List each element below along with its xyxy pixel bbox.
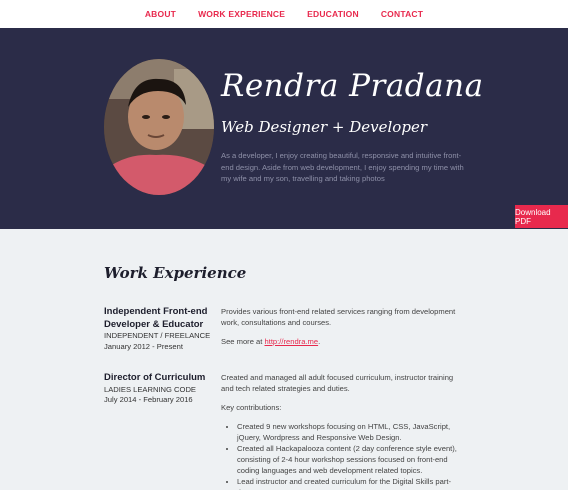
job-entry-1: Independent Front-end Developer & Educat… <box>104 306 214 352</box>
website-link[interactable]: http://rendra.me <box>264 337 318 346</box>
job-description-1: Provides various front-end related servi… <box>221 306 461 355</box>
list-item: Lead instructor and created curriculum f… <box>237 476 461 490</box>
list-item: Created 9 new workshops focusing on HTML… <box>237 421 461 443</box>
job-description-text: Provides various front-end related servi… <box>221 307 456 327</box>
job-entry-2: Director of Curriculum LADIES LEARNING C… <box>104 372 214 406</box>
nav-education[interactable]: EDUCATION <box>307 9 359 19</box>
list-item: Created all Hackapalooza content (2 day … <box>237 443 461 476</box>
download-pdf-button[interactable]: Download PDF <box>515 205 568 228</box>
job-description-2: Created and managed all adult focused cu… <box>221 372 461 490</box>
job-dates: January 2012 - Present <box>104 341 183 351</box>
hero-section: Rendra Pradana Web Designer + Developer … <box>0 28 568 229</box>
profile-role: Web Designer + Developer <box>221 118 427 136</box>
job-dates: July 2014 - February 2016 <box>104 395 193 404</box>
see-more-prefix: See more at <box>221 337 265 346</box>
nav-work-experience[interactable]: WORK EXPERIENCE <box>198 9 285 19</box>
top-navigation: ABOUT WORK EXPERIENCE EDUCATION CONTACT <box>0 0 568 28</box>
see-more-line: See more at http://rendra.me. <box>221 336 461 347</box>
profile-photo <box>104 59 214 195</box>
key-contributions-label: Key contributions: <box>221 403 282 412</box>
section-title: Work Experience <box>104 264 247 282</box>
profile-photo-graphic <box>104 59 214 195</box>
nav-about[interactable]: ABOUT <box>145 9 176 19</box>
job-company: INDEPENDENT / FREELANCE <box>104 331 211 340</box>
profile-bio: As a developer, I enjoy creating beautif… <box>221 151 464 183</box>
profile-name: Rendra Pradana <box>221 68 484 104</box>
contributions-list: Created 9 new workshops focusing on HTML… <box>237 421 461 490</box>
nav-contact[interactable]: CONTACT <box>381 9 423 19</box>
job-company: LADIES LEARNING CODE <box>104 384 196 394</box>
job-title: Director of Curriculum <box>104 372 206 383</box>
job-title: Independent Front-end Developer & Educat… <box>104 306 208 330</box>
work-experience-section: Work Experience Independent Front-end De… <box>0 229 568 490</box>
see-more-suffix: . <box>318 337 321 346</box>
job-description-text: Created and managed all adult focused cu… <box>221 373 454 393</box>
